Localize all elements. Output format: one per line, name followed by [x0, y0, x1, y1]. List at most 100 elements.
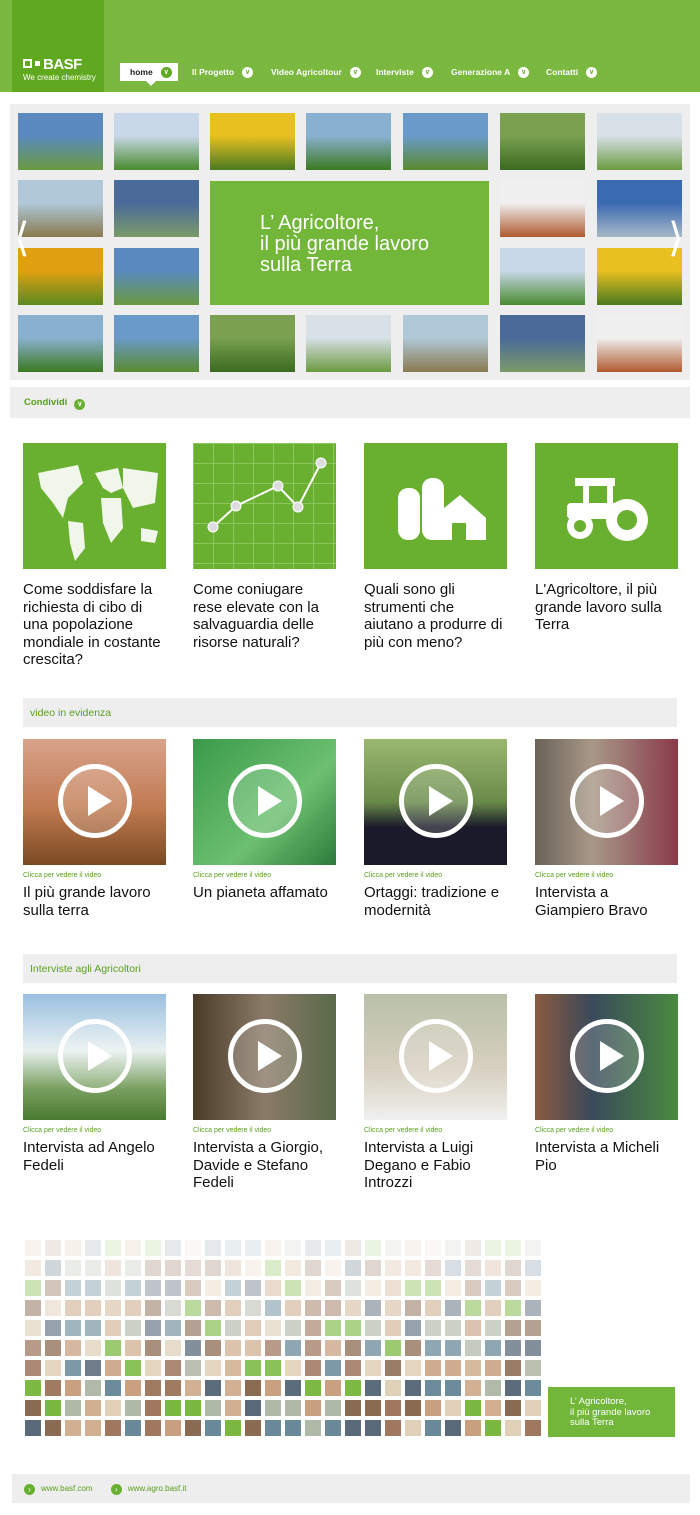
mosaic-photo[interactable]: [597, 315, 682, 372]
farmer-face-thumbnail: [485, 1240, 501, 1256]
mosaic-photo[interactable]: [18, 248, 103, 305]
farmer-face-thumbnail: [105, 1280, 121, 1296]
video-title[interactable]: Intervista a Luigi Degano e Fabio Introz…: [364, 1139, 507, 1192]
farmer-face-thumbnail: [265, 1300, 281, 1316]
video-thumbnail: [193, 739, 336, 865]
chevron-left-icon[interactable]: ⟨: [14, 215, 30, 261]
mosaic-photo[interactable]: [18, 315, 103, 372]
farmer-face-thumbnail: [345, 1340, 361, 1356]
farmer-face-thumbnail: [285, 1380, 301, 1396]
mosaic-photo[interactable]: [500, 180, 585, 237]
mosaic-photo[interactable]: [500, 113, 585, 170]
nav-video-agricoltour[interactable]: Video Agricoltour ∨: [271, 63, 361, 81]
faces-banner[interactable]: L’ Agricoltore, il più grande lavoro sul…: [548, 1387, 675, 1437]
farmer-face-thumbnail: [285, 1400, 301, 1416]
play-icon[interactable]: [399, 1019, 473, 1093]
video-card[interactable]: Clicca per vedere il video Intervista a G…: [193, 994, 336, 1192]
farmer-face-thumbnail: [185, 1340, 201, 1356]
farmer-face-thumbnail: [65, 1340, 81, 1356]
farmer-face-thumbnail: [245, 1260, 261, 1276]
hero-banner[interactable]: L’ Agricoltore, il più grande lavoro sul…: [210, 181, 489, 305]
video-thumbnail: [535, 994, 678, 1120]
mosaic-photo[interactable]: [500, 248, 585, 305]
farmer-face-thumbnail: [165, 1280, 181, 1296]
nav-home[interactable]: home ∨: [120, 63, 178, 86]
farmer-face-thumbnail: [385, 1260, 401, 1276]
video-card[interactable]: Clicca per vedere il video Intervista a L…: [364, 994, 507, 1192]
farmer-face-thumbnail: [265, 1380, 281, 1396]
nav-generazione-a[interactable]: Generazione A ∨: [451, 63, 530, 81]
feature-card[interactable]: L'Agricoltore, il più grande lavoro sull…: [535, 443, 678, 634]
farmer-face-thumbnail: [345, 1360, 361, 1376]
mosaic-photo[interactable]: [114, 180, 199, 237]
footer-link-agro[interactable]: › www.agro.basf.it: [110, 1484, 187, 1495]
mosaic-photo[interactable]: [114, 315, 199, 372]
mosaic-photo[interactable]: [210, 113, 295, 170]
share-bar[interactable]: Condividi ∨: [10, 387, 690, 418]
play-icon[interactable]: [399, 764, 473, 838]
farmer-face-thumbnail: [105, 1360, 121, 1376]
feature-card[interactable]: Come soddisfare la richiesta di cibo di …: [23, 443, 166, 669]
mosaic-photo[interactable]: [306, 113, 391, 170]
play-icon[interactable]: [570, 764, 644, 838]
farmer-face-thumbnail: [405, 1280, 421, 1296]
mosaic-photo[interactable]: [500, 315, 585, 372]
footer-link-basf[interactable]: › www.basf.com: [24, 1484, 93, 1495]
video-card[interactable]: Clicca per vedere il video Un pianeta aff…: [193, 739, 336, 902]
play-icon[interactable]: [228, 1019, 302, 1093]
farmer-face-thumbnail: [125, 1400, 141, 1416]
farmer-face-thumbnail: [45, 1400, 61, 1416]
feature-card[interactable]: Quali sono gli strumenti che aiutano a p…: [364, 443, 507, 651]
video-title[interactable]: Ortaggi: tradizione e modernità: [364, 884, 507, 919]
feature-card[interactable]: Come coniugare rese elevate con la salva…: [193, 443, 336, 651]
farmer-face-thumbnail: [325, 1300, 341, 1316]
mosaic-photo[interactable]: [597, 113, 682, 170]
play-icon[interactable]: [228, 764, 302, 838]
video-title[interactable]: Il più grande lavoro sulla terra: [23, 884, 166, 919]
farmer-face-thumbnail: [205, 1260, 221, 1276]
farmer-face-thumbnail: [205, 1380, 221, 1396]
farmer-face-thumbnail: [485, 1260, 501, 1276]
mosaic-photo[interactable]: [403, 113, 488, 170]
farmer-face-thumbnail: [525, 1340, 541, 1356]
mosaic-photo[interactable]: [18, 180, 103, 237]
video-card[interactable]: Clicca per vedere il video Ortaggi: tradi…: [364, 739, 507, 919]
play-icon[interactable]: [58, 764, 132, 838]
nav-contatti[interactable]: Contatti ∨: [546, 63, 598, 81]
farmer-face-thumbnail: [45, 1420, 61, 1436]
farmer-face-thumbnail: [205, 1280, 221, 1296]
mosaic-photo[interactable]: [403, 315, 488, 372]
farmer-face-thumbnail: [365, 1280, 381, 1296]
farmer-face-thumbnail: [365, 1240, 381, 1256]
video-title[interactable]: Intervista a Giorgio, Davide e Stefano F…: [193, 1139, 336, 1192]
play-icon[interactable]: [58, 1019, 132, 1093]
video-title[interactable]: Un pianeta affamato: [193, 884, 336, 902]
video-card[interactable]: Clicca per vedere il video Intervista a G…: [535, 739, 678, 919]
chevron-right-icon[interactable]: ⟩: [668, 215, 684, 261]
video-title[interactable]: Intervista ad Angelo Fedeli: [23, 1139, 166, 1174]
video-title[interactable]: Intervista a Giampiero Bravo: [535, 884, 678, 919]
footer: › www.basf.com › www.agro.basf.it: [12, 1474, 690, 1503]
nav-interviste[interactable]: Interviste ∨: [376, 63, 433, 81]
video-card[interactable]: Clicca per vedere il video Il più grande …: [23, 739, 166, 919]
farmer-face-thumbnail: [385, 1340, 401, 1356]
video-card[interactable]: Clicca per vedere il video Intervista a M…: [535, 994, 678, 1174]
mosaic-photo[interactable]: [210, 315, 295, 372]
basf-logo[interactable]: BASF We create chemistry: [12, 0, 104, 92]
mosaic-photo[interactable]: [306, 315, 391, 372]
video-card[interactable]: Clicca per vedere il video Intervista ad …: [23, 994, 166, 1174]
farmer-face-thumbnail: [145, 1280, 161, 1296]
mosaic-photo[interactable]: [18, 113, 103, 170]
nav-il-progetto[interactable]: Il Progetto ∨: [192, 63, 254, 81]
farmer-face-thumbnail: [85, 1340, 101, 1356]
farmer-face-thumbnail: [525, 1260, 541, 1276]
farmer-face-thumbnail: [225, 1240, 241, 1256]
video-title[interactable]: Intervista a Micheli Pio: [535, 1139, 678, 1174]
mosaic-photo[interactable]: [114, 248, 199, 305]
farmer-face-thumbnail: [25, 1340, 41, 1356]
play-icon[interactable]: [570, 1019, 644, 1093]
mosaic-photo[interactable]: [114, 113, 199, 170]
farmer-face-thumbnail: [45, 1260, 61, 1276]
farmer-face-thumbnail: [345, 1260, 361, 1276]
farmer-face-thumbnail: [205, 1300, 221, 1316]
